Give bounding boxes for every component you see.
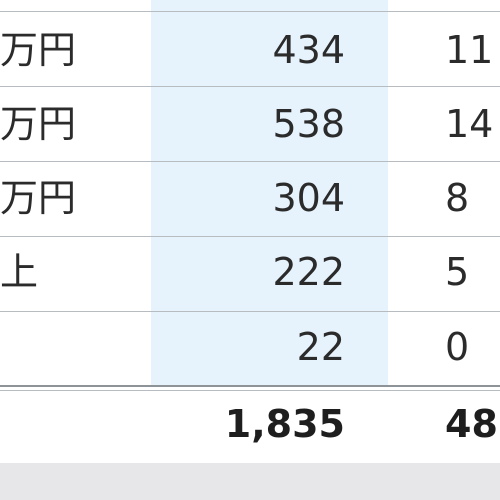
- total-value: 1,835: [224, 402, 345, 446]
- row-divider: [0, 311, 500, 312]
- row-label: 上: [0, 250, 39, 294]
- row-value-2: 0: [445, 325, 470, 369]
- row-value: 222: [272, 250, 345, 294]
- footer-bar: [0, 463, 500, 500]
- total-value-2: 48: [445, 402, 498, 446]
- row-value: 434: [272, 28, 345, 72]
- row-value: 304: [272, 176, 345, 220]
- row-value-2: 14: [445, 102, 494, 146]
- total-divider: [0, 390, 500, 391]
- row-divider: [0, 11, 500, 12]
- row-label: 万円: [0, 28, 77, 72]
- row-label: 万円: [0, 176, 77, 220]
- table-page: 万円 434 11 万円 538 14 万円 304 8 上 222 5 22 …: [0, 0, 500, 500]
- row-divider: [0, 161, 500, 162]
- row-label: 万円: [0, 102, 77, 146]
- row-divider: [0, 86, 500, 87]
- row-value: 538: [272, 102, 345, 146]
- total-divider: [0, 385, 500, 387]
- row-value-2: 5: [445, 250, 470, 294]
- row-divider: [0, 236, 500, 237]
- row-value: 22: [296, 325, 345, 369]
- highlighted-column: [151, 0, 388, 386]
- row-value-2: 8: [445, 176, 470, 220]
- row-value-2: 11: [445, 28, 494, 72]
